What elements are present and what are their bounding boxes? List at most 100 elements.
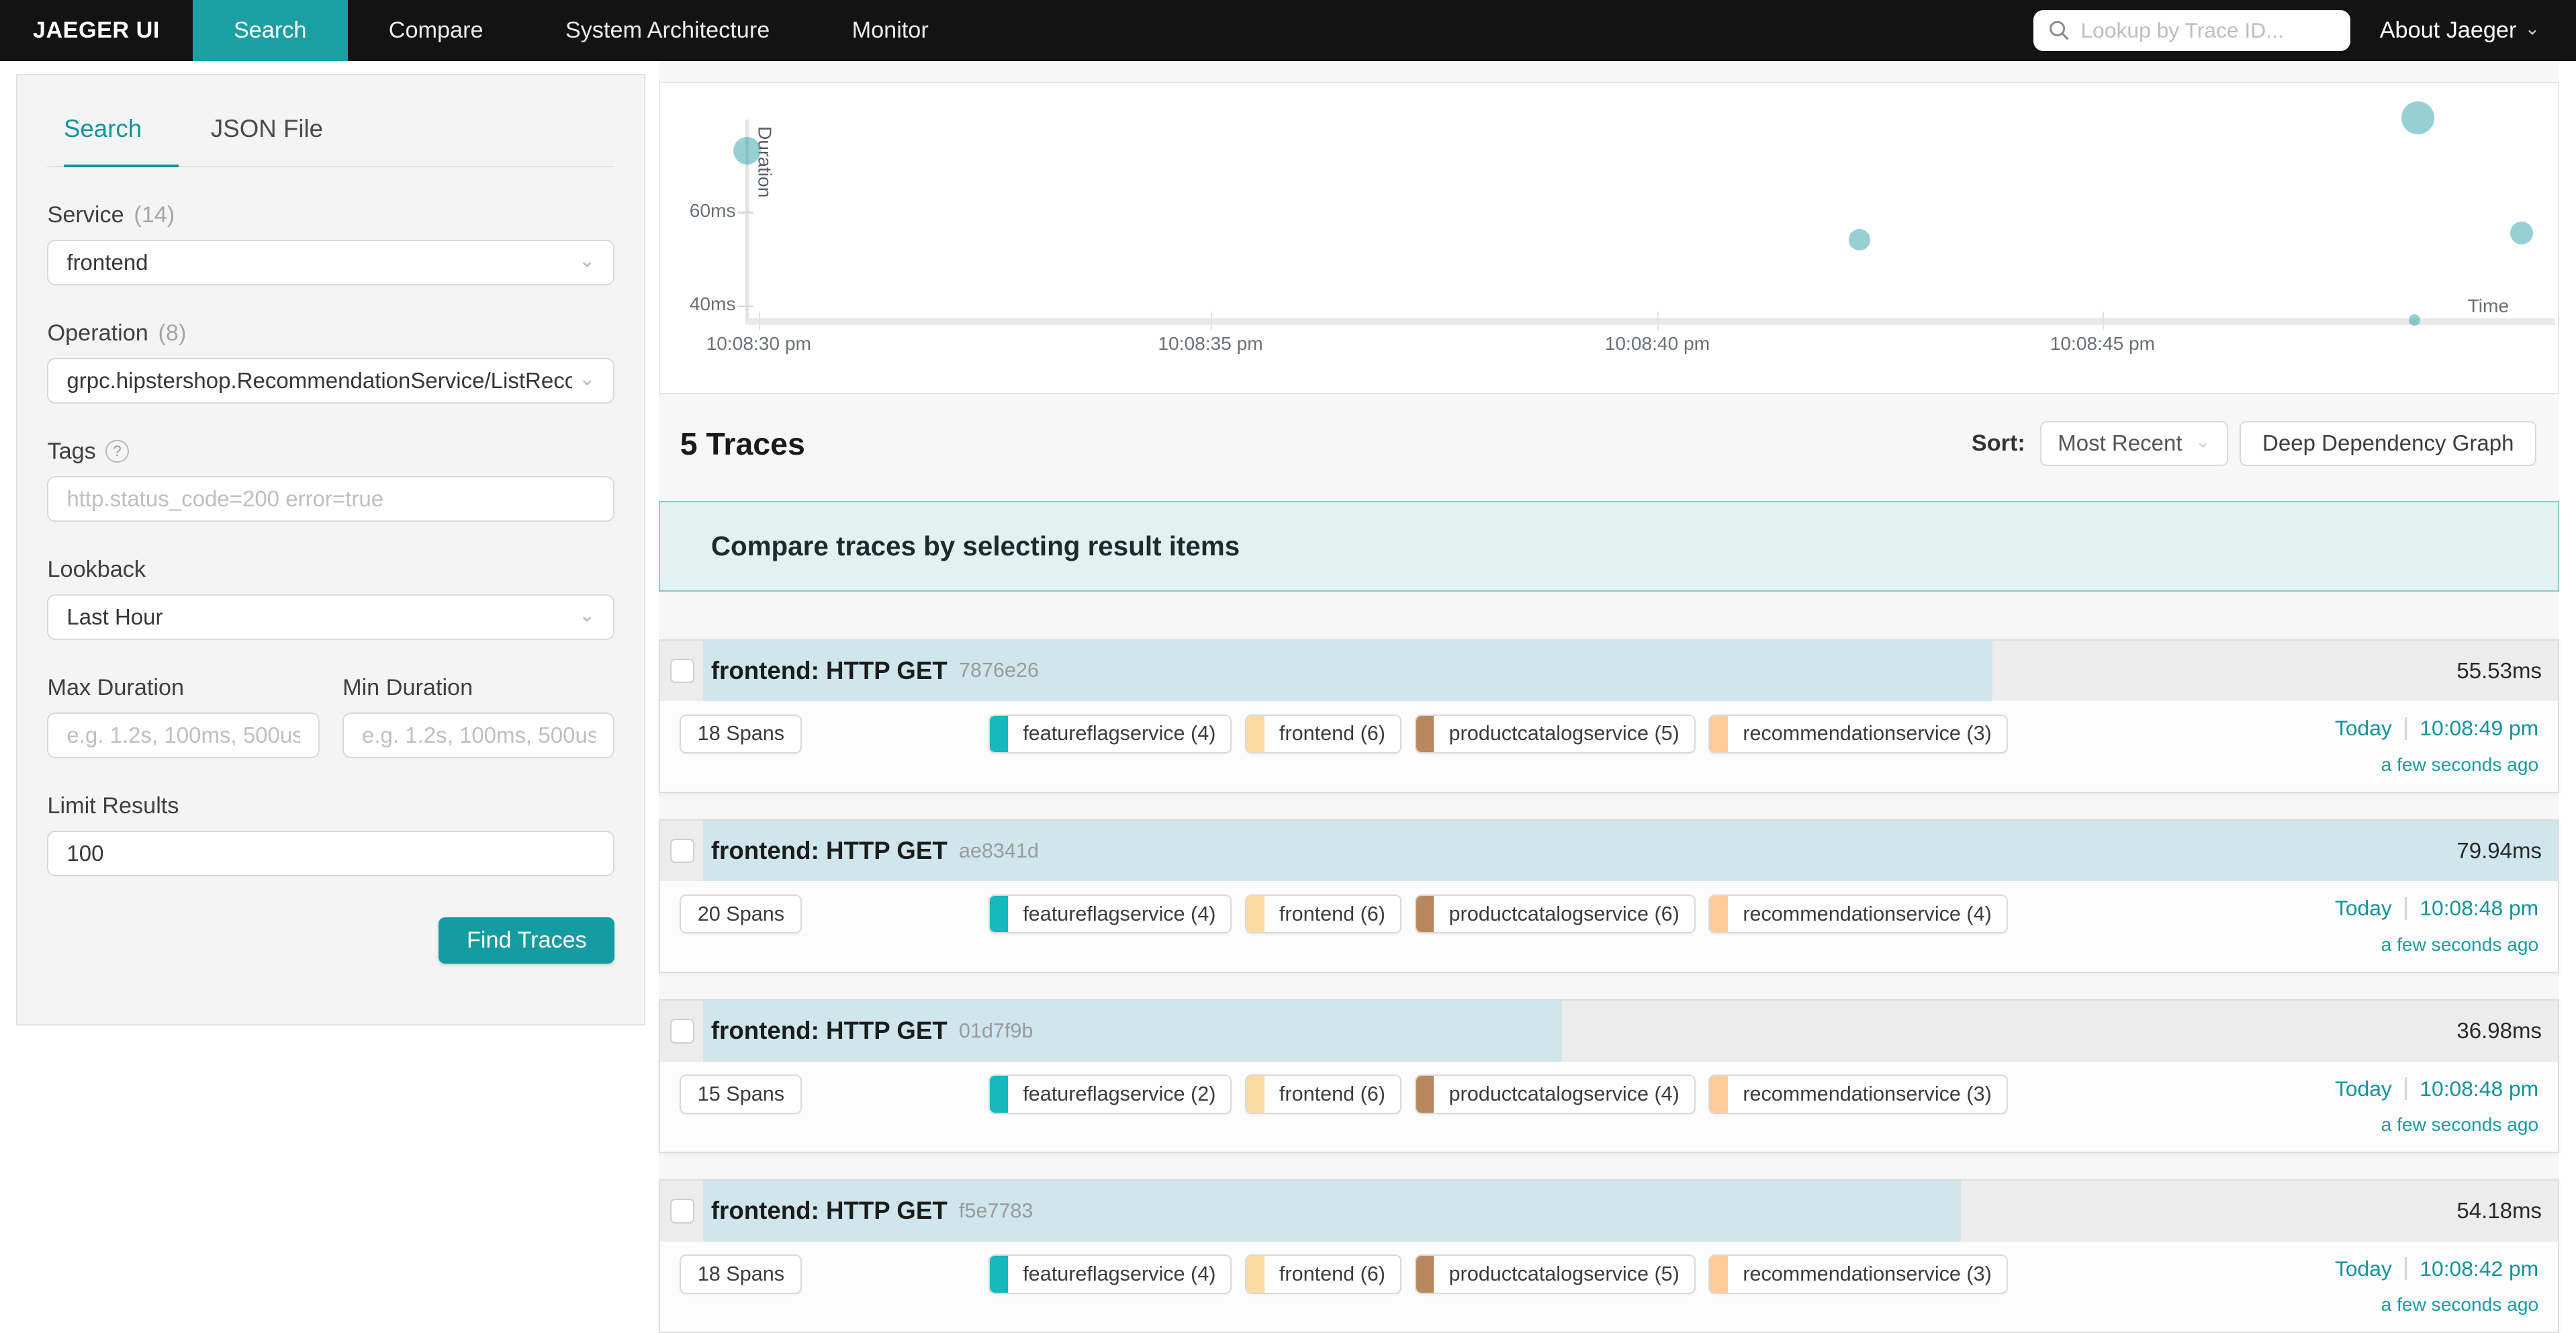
max-duration-field[interactable]	[47, 713, 319, 758]
tags-field[interactable]	[47, 476, 614, 522]
tags-input[interactable]	[66, 486, 595, 512]
trace-title: frontend: HTTP GET	[711, 657, 948, 685]
min-duration-input[interactable]	[362, 723, 596, 748]
trace-id: 7876e26	[959, 659, 1039, 682]
x-tick-label: 10:08:40 pm	[1559, 333, 1756, 355]
service-color-stripe	[1246, 1076, 1264, 1113]
trace-time-link[interactable]: 10:08:49 pm	[2420, 716, 2538, 741]
chart-x-axis	[745, 318, 2555, 325]
about-jaeger-menu[interactable]: About Jaeger ⌄	[2380, 17, 2540, 44]
trace-select-checkbox[interactable]	[670, 1019, 695, 1044]
limit-results-field[interactable]	[47, 831, 614, 876]
max-duration-input[interactable]	[66, 723, 300, 748]
nav-item-compare[interactable]: Compare	[348, 0, 524, 61]
service-tag-label: recommendationservice (3)	[1728, 716, 2007, 753]
tab-search[interactable]: Search	[64, 115, 142, 166]
min-duration-label: Min Duration	[342, 675, 614, 701]
sort-select[interactable]: Most Recent ⌄	[2040, 421, 2228, 465]
duration-scatter-chart: Duration Time 60ms40ms10:08:30 pm10:08:3…	[659, 82, 2559, 394]
operation-select[interactable]: grpc.hipstershop.RecommendationService/L…	[47, 358, 614, 404]
service-color-stripe	[990, 1076, 1008, 1113]
search-icon	[2048, 19, 2070, 41]
deep-dependency-graph-button[interactable]: Deep Dependency Graph	[2240, 421, 2536, 465]
trace-time-link[interactable]: 10:08:42 pm	[2420, 1256, 2538, 1281]
x-tick-mark	[1211, 312, 1212, 330]
trace-result-card[interactable]: frontend: HTTP GET f5e7783 54.18ms 18 Sp…	[659, 1179, 2559, 1333]
trace-header[interactable]: frontend: HTTP GET 7876e26 55.53ms	[660, 641, 2558, 702]
service-tag: featureflagservice (4)	[988, 1254, 1232, 1294]
limit-results-input[interactable]	[66, 841, 595, 866]
trace-id: f5e7783	[959, 1199, 1033, 1223]
trace-time-link[interactable]: 10:08:48 pm	[2420, 896, 2538, 921]
trace-result-card[interactable]: frontend: HTTP GET 01d7f9b 36.98ms 15 Sp…	[659, 999, 2559, 1153]
service-tag-label: recommendationservice (3)	[1728, 1256, 2007, 1293]
meta-divider	[2405, 1257, 2406, 1280]
trace-day-link[interactable]: Today	[2335, 1256, 2392, 1281]
trace-day-link[interactable]: Today	[2335, 1076, 2392, 1101]
trace-day-link[interactable]: Today	[2335, 716, 2392, 741]
trace-header[interactable]: frontend: HTTP GET 01d7f9b 36.98ms	[660, 1001, 2558, 1062]
tab-json-file[interactable]: JSON File	[211, 115, 323, 166]
trace-duration: 54.18ms	[2456, 1198, 2542, 1224]
service-tag: recommendationservice (3)	[1708, 1254, 2007, 1294]
service-tag-label: frontend (6)	[1264, 896, 1400, 933]
span-count-tag: 15 Spans	[680, 1074, 802, 1114]
trace-select-checkbox[interactable]	[670, 1199, 695, 1224]
trace-result-card[interactable]: frontend: HTTP GET ae8341d 79.94ms 20 Sp…	[659, 819, 2559, 973]
trace-id-search-input[interactable]	[2080, 18, 2335, 43]
service-tag: featureflagservice (2)	[988, 1074, 1232, 1114]
scatter-point[interactable]	[2510, 222, 2533, 244]
scatter-point[interactable]	[2401, 101, 2434, 134]
service-tag-label: productcatalogservice (4)	[1434, 1076, 1694, 1113]
nav-item-monitor[interactable]: Monitor	[811, 0, 969, 61]
service-color-stripe	[1710, 896, 1728, 933]
x-tick-mark	[759, 312, 760, 330]
trace-title: frontend: HTTP GET	[711, 1197, 948, 1225]
service-color-stripe	[990, 1256, 1008, 1293]
trace-day-link[interactable]: Today	[2335, 896, 2392, 921]
trace-id-search-box[interactable]	[2033, 10, 2350, 51]
find-traces-button[interactable]: Find Traces	[439, 917, 614, 963]
service-color-stripe	[990, 716, 1008, 753]
service-tag-label: featureflagservice (4)	[1008, 1256, 1230, 1293]
trace-duration: 55.53ms	[2456, 658, 2542, 684]
scatter-point[interactable]	[1849, 229, 1870, 250]
trace-relative-time: a few seconds ago	[2335, 754, 2538, 776]
service-tag: productcatalogservice (5)	[1415, 715, 1696, 754]
trace-time-link[interactable]: 10:08:48 pm	[2420, 1076, 2538, 1101]
x-tick-mark	[2103, 312, 2104, 330]
help-icon[interactable]: ?	[105, 440, 128, 463]
max-duration-label: Max Duration	[47, 675, 319, 701]
service-tag: productcatalogservice (6)	[1415, 894, 1696, 934]
service-color-stripe	[1710, 1256, 1728, 1293]
y-tick-label: 40ms	[660, 293, 736, 315]
trace-select-checkbox[interactable]	[670, 839, 695, 864]
service-tags: featureflagservice (4)frontend (6)produc…	[988, 1254, 2008, 1294]
trace-header[interactable]: frontend: HTTP GET ae8341d 79.94ms	[660, 821, 2558, 882]
service-select[interactable]: frontend ⌄	[47, 240, 614, 285]
y-tick-mark	[737, 212, 753, 213]
trace-select-checkbox[interactable]	[670, 659, 695, 684]
nav-item-search[interactable]: Search	[193, 0, 348, 61]
service-color-stripe	[1710, 716, 1728, 753]
service-color-stripe	[990, 896, 1008, 933]
span-count-tag: 18 Spans	[680, 1254, 802, 1294]
trace-title: frontend: HTTP GET	[711, 1017, 948, 1045]
lookback-select[interactable]: Last Hour ⌄	[47, 594, 614, 640]
x-tick-label: 10:08:45 pm	[2004, 333, 2201, 355]
service-tag: frontend (6)	[1245, 1074, 1401, 1114]
x-tick-label: 10:08:35 pm	[1112, 333, 1309, 355]
service-color-stripe	[1416, 716, 1434, 753]
service-tag: frontend (6)	[1245, 894, 1401, 934]
app-title: JAEGER UI	[0, 0, 193, 61]
operation-label: Operation(8)	[47, 320, 614, 347]
chevron-down-icon: ⌄	[579, 369, 596, 389]
trace-result-card[interactable]: frontend: HTTP GET 7876e26 55.53ms 18 Sp…	[659, 639, 2559, 793]
limit-results-label: Limit Results	[47, 793, 614, 819]
trace-meta: Today 10:08:42 pm a few seconds ago	[2335, 1256, 2538, 1316]
trace-header[interactable]: frontend: HTTP GET f5e7783 54.18ms	[660, 1181, 2558, 1242]
min-duration-field[interactable]	[342, 713, 614, 758]
search-sidebar: Search JSON File Service(14) frontend ⌄ …	[16, 74, 645, 1025]
nav-item-system-architecture[interactable]: System Architecture	[524, 0, 811, 61]
service-tag: recommendationservice (3)	[1708, 715, 2007, 754]
